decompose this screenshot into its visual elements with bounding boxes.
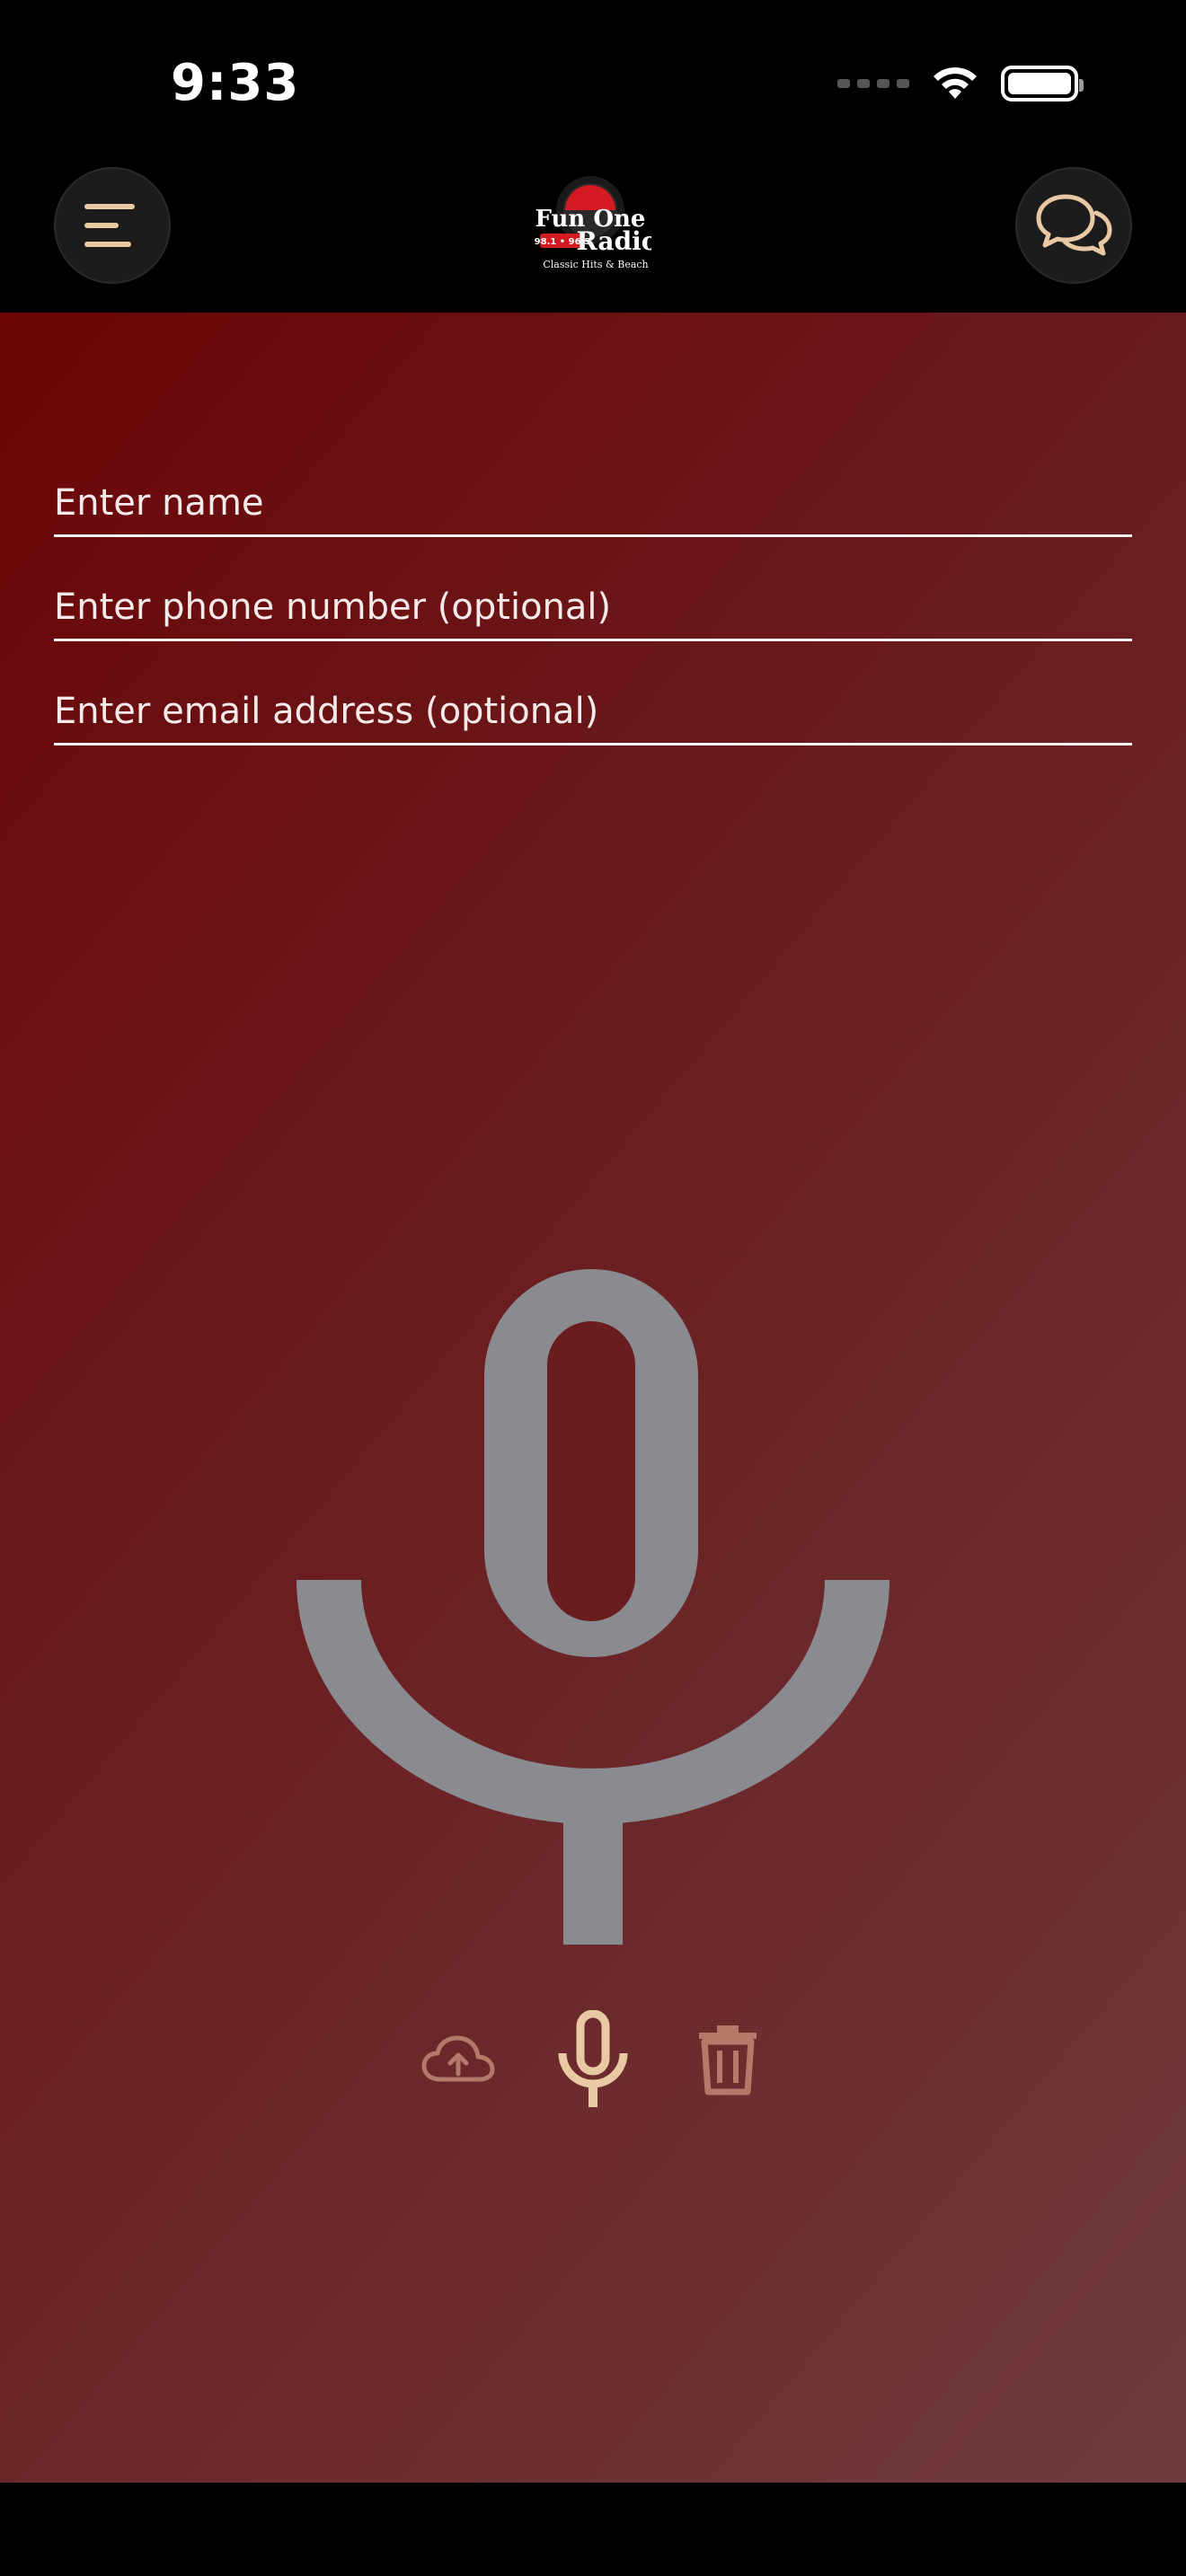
svg-text:Radio: Radio bbox=[577, 226, 651, 256]
chat-button[interactable] bbox=[1015, 167, 1132, 284]
delete-button[interactable] bbox=[694, 2001, 762, 2118]
chat-bubbles-icon bbox=[1036, 194, 1112, 256]
upload-button[interactable] bbox=[420, 2001, 496, 2118]
status-bar: 9:33 bbox=[0, 0, 1186, 162]
name-input[interactable] bbox=[54, 474, 1132, 534]
station-logo: Fun One 98.1 • 96.5 Radio Classic Hits &… bbox=[535, 174, 658, 275]
phone-input[interactable] bbox=[54, 578, 1132, 639]
voice-message-screen: 9:33 Fun One 98.1 • 96.5 Radio Classic H… bbox=[0, 0, 1186, 2576]
menu-icon bbox=[84, 204, 135, 247]
status-time: 9:33 bbox=[171, 54, 300, 112]
upload-cloud-icon bbox=[421, 2035, 495, 2082]
status-icons bbox=[837, 65, 1084, 102]
trash-icon bbox=[699, 2025, 757, 2095]
name-field bbox=[54, 474, 1132, 537]
bottom-bar bbox=[0, 2483, 1186, 2576]
phone-field bbox=[54, 578, 1132, 641]
wifi-icon bbox=[929, 65, 981, 102]
large-microphone-icon bbox=[296, 1269, 890, 1945]
microphone-icon bbox=[558, 2010, 628, 2107]
email-input[interactable] bbox=[54, 683, 1132, 743]
cellular-signal-icon bbox=[837, 79, 909, 88]
svg-text:Classic Hits & Beach: Classic Hits & Beach bbox=[543, 259, 648, 270]
email-field bbox=[54, 683, 1132, 745]
main-content bbox=[0, 313, 1186, 2483]
battery-icon bbox=[1001, 66, 1084, 101]
menu-button[interactable] bbox=[54, 167, 171, 284]
recorder-controls bbox=[0, 2001, 1186, 2118]
record-button[interactable] bbox=[557, 2001, 629, 2118]
app-header: Fun One 98.1 • 96.5 Radio Classic Hits &… bbox=[0, 162, 1186, 313]
